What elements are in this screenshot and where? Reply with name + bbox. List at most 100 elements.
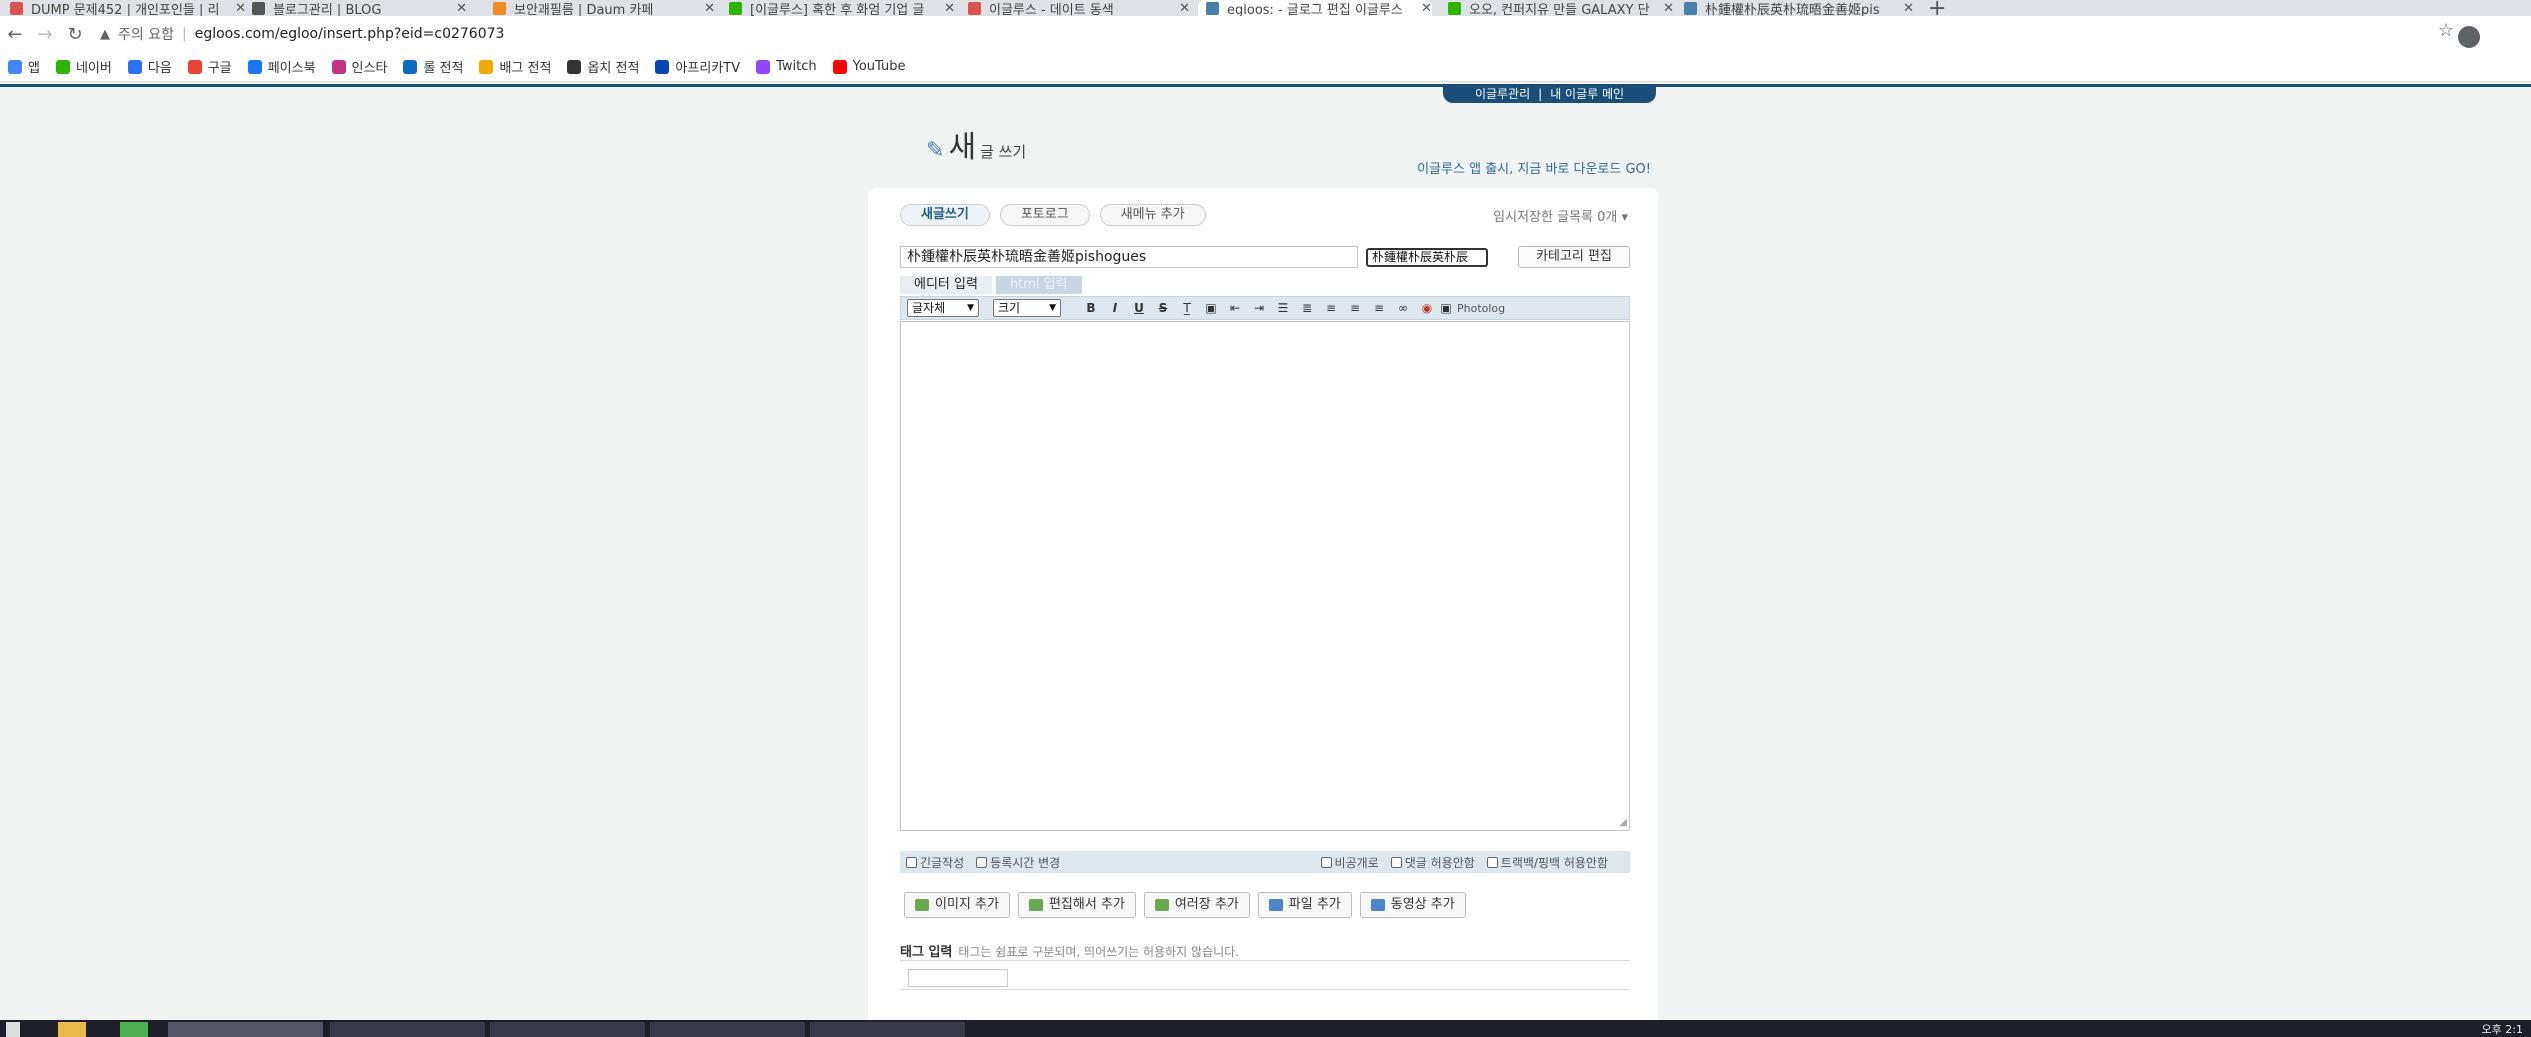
browser-tab[interactable]: 보안괘필름 | Daum 카페 ✕ (493, 0, 715, 16)
text-background-icon[interactable]: ▣ (1199, 301, 1223, 315)
post-body-editor[interactable]: ◢ (900, 321, 1630, 831)
reload-icon[interactable]: ↻ (60, 24, 90, 45)
taskbar-window[interactable] (168, 1022, 323, 1037)
bookmark-naver[interactable]: 네이버 (55, 57, 112, 76)
align-left-icon[interactable]: ≡ (1319, 301, 1343, 315)
checkbox-box[interactable] (906, 856, 917, 868)
photolog-camera-icon[interactable]: ▣ (1439, 301, 1453, 315)
close-icon[interactable]: ✕ (1421, 1, 1432, 16)
bookmark-label: 인스타 (351, 61, 388, 76)
bookmark-overwatch-stats[interactable]: 옵치 전적 (567, 57, 639, 76)
browser-tab[interactable]: DUMP 문제452 | 개인포인들 | 리 ✕ (10, 0, 246, 16)
bookmark-daum[interactable]: 다음 (127, 57, 172, 76)
admin-bar-divider: | (1538, 87, 1543, 101)
align-right-icon[interactable]: ≡ (1367, 301, 1391, 315)
back-arrow-icon[interactable]: ← (0, 24, 30, 45)
tab-html-input[interactable]: html 입력 (995, 276, 1082, 294)
egloo-manage-link[interactable]: 이글루관리 (1475, 87, 1530, 101)
strikethrough-icon[interactable]: S (1151, 301, 1175, 315)
chrome-taskbar-icon[interactable] (120, 1022, 148, 1037)
windows-start-icon[interactable] (6, 1022, 20, 1037)
bookmark-pubg-stats[interactable]: 배그 전적 (479, 57, 551, 76)
checkbox-box[interactable] (1320, 856, 1332, 868)
browser-tab[interactable]: [이글루스] 혹한 후 화엄 기업 글 ✕ (729, 0, 955, 16)
link-icon[interactable]: ∞ (1391, 301, 1415, 315)
browser-tab[interactable]: 朴鍾權朴辰英朴琉晤金善姬pis ✕ (1684, 0, 1914, 16)
facebook-icon (247, 59, 262, 74)
forward-arrow-icon[interactable]: → (30, 24, 60, 45)
bookmark-lol-stats[interactable]: 롤 전적 (403, 57, 463, 76)
bookmark-apps[interactable]: 앱 (8, 57, 40, 76)
add-edited-image-button[interactable]: 편집해서 추가 (1017, 892, 1136, 918)
checkbox-box[interactable] (1390, 856, 1402, 868)
tab-add-menu[interactable]: 새메뉴 추가 (1099, 204, 1206, 226)
emoticon-icon[interactable]: ◉ (1415, 301, 1439, 315)
text-color-icon[interactable]: T̲ (1175, 301, 1199, 315)
app-promo-link[interactable]: 이글루스 앱 출시, 지금 바로 다운로드 GO! (1417, 158, 1651, 177)
my-egloo-main-link[interactable]: 내 이글루 메인 (1550, 87, 1624, 101)
add-multiple-images-button[interactable]: 여러장 추가 (1143, 892, 1250, 918)
no-comment-checkbox[interactable]: 댓글 허용안함 (1390, 854, 1475, 871)
bookmark-google[interactable]: 구글 (187, 57, 232, 76)
close-icon[interactable]: ✕ (704, 1, 715, 16)
taskbar-clock[interactable]: 오후 2:1 (2482, 1021, 2523, 1037)
add-file-button[interactable]: 파일 추가 (1257, 892, 1352, 918)
tag-input[interactable] (908, 969, 1008, 987)
browser-tab-active[interactable]: egloos: - 글로그 편집 이글루스 ✕ (1198, 0, 1432, 16)
warning-triangle-icon[interactable]: ▲ (100, 27, 110, 42)
category-select[interactable]: 朴鍾權朴辰英朴辰 (1366, 248, 1488, 267)
font-family-select[interactable]: 글자체 ▼ (907, 299, 979, 317)
close-icon[interactable]: ✕ (235, 1, 246, 16)
checkbox-box[interactable] (1486, 856, 1498, 868)
bookmark-instagram[interactable]: 인스타 (331, 57, 388, 76)
change-time-checkbox[interactable]: 등록시간 변경 (976, 854, 1060, 871)
checkbox-box[interactable] (976, 856, 988, 868)
outdent-icon[interactable]: ⇤ (1223, 301, 1247, 315)
url-text[interactable]: egloos.com/egloo/insert.php?eid=c0276073 (195, 26, 505, 42)
bookmark-youtube[interactable]: YouTube (832, 59, 906, 74)
browser-tab[interactable]: 오오, 컨퍼지유 만들 GALAXY 단 ✕ (1448, 0, 1674, 16)
no-trackback-checkbox[interactable]: 트랙백/핑백 허용안함 (1486, 854, 1608, 871)
font-size-select[interactable]: 크기 ▼ (993, 299, 1061, 317)
add-video-button[interactable]: 동영상 추가 (1359, 892, 1466, 918)
taskbar-window[interactable] (650, 1022, 805, 1037)
underline-icon[interactable]: U (1127, 301, 1151, 315)
italic-icon[interactable]: I (1103, 301, 1127, 315)
tab-photolog[interactable]: 포토로그 (999, 204, 1090, 226)
url-omnibox[interactable]: ▲ 주의 요함 | egloos.com/egloo/insert.php?ei… (100, 20, 2480, 48)
resize-grip-icon[interactable]: ◢ (1619, 817, 1627, 828)
temp-saved-list-dropdown[interactable]: 임시저장한 글목록 0개 ▾ (1493, 206, 1628, 225)
close-icon[interactable]: ✕ (1179, 1, 1190, 16)
bookmark-afreecatv[interactable]: 아프리카TV (655, 57, 740, 76)
button-label: 파일 추가 (1288, 897, 1341, 912)
taskbar-window[interactable] (490, 1022, 645, 1037)
bookmark-facebook[interactable]: 페이스북 (247, 57, 316, 76)
indent-icon[interactable]: ⇥ (1247, 301, 1271, 315)
bullet-list-icon[interactable]: ☰ (1271, 301, 1295, 315)
category-edit-button[interactable]: 카테고리 편집 (1518, 246, 1630, 268)
taskbar-window[interactable] (330, 1022, 485, 1037)
close-icon[interactable]: ✕ (1903, 1, 1914, 16)
tab-title: 오오, 컨퍼지유 만들 GALAXY 단 (1469, 2, 1650, 17)
browser-tab[interactable]: 블로그관리 | BLOG ✕ (252, 0, 467, 16)
photolog-label[interactable]: Photolog (1457, 302, 1505, 315)
bookmark-star-icon[interactable]: ☆ (2438, 20, 2454, 41)
numbered-list-icon[interactable]: ≣ (1295, 301, 1319, 315)
tab-editor-input[interactable]: 에디터 입력 (900, 276, 992, 294)
bookmark-twitch[interactable]: Twitch (756, 59, 817, 74)
profile-avatar-icon[interactable] (2458, 26, 2480, 48)
new-tab-plus-icon[interactable]: + (1928, 0, 1946, 16)
close-icon[interactable]: ✕ (944, 1, 955, 16)
close-icon[interactable]: ✕ (456, 1, 467, 16)
close-icon[interactable]: ✕ (1663, 1, 1674, 16)
browser-tab[interactable]: 이글루스 - 데이트 동색 ✕ (968, 0, 1190, 16)
taskbar-window[interactable] (810, 1022, 965, 1037)
tab-new-post[interactable]: 새글쓰기 (900, 204, 990, 226)
private-checkbox[interactable]: 비공개로 (1320, 854, 1379, 871)
file-explorer-icon[interactable] (58, 1022, 86, 1037)
add-image-button[interactable]: 이미지 추가 (904, 892, 1010, 918)
post-title-input[interactable]: 朴鍾權朴辰英朴琉晤金善姬pishogues (900, 246, 1358, 268)
bold-icon[interactable]: B (1079, 301, 1103, 315)
align-center-icon[interactable]: ≡ (1343, 301, 1367, 315)
urgent-checkbox[interactable]: 긴글작성 (906, 854, 964, 871)
